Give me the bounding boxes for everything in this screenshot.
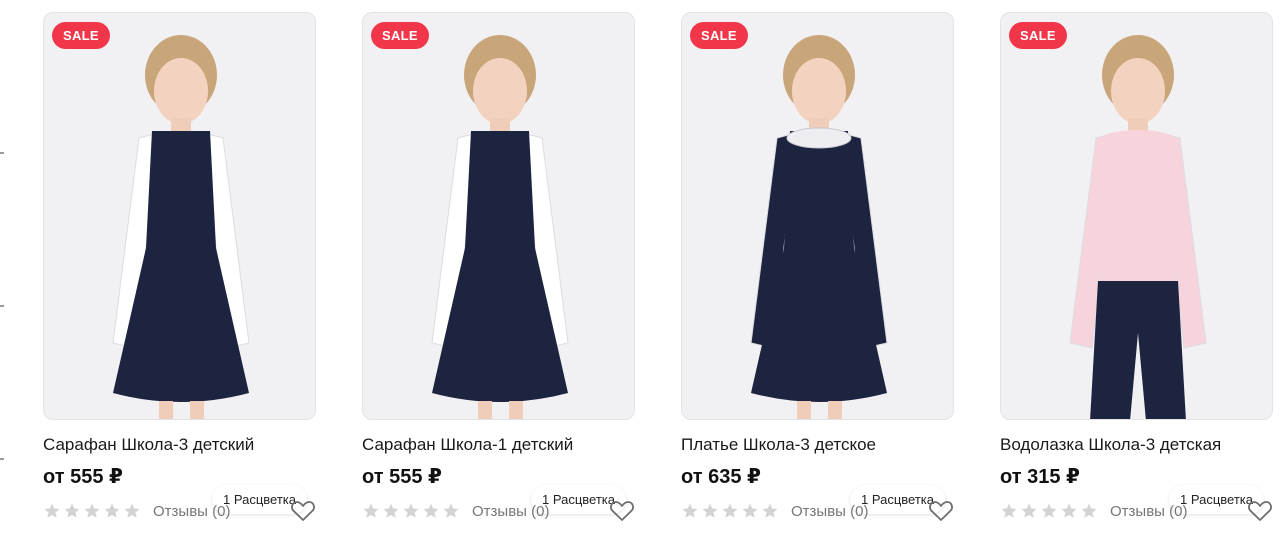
star-icon [43,502,61,520]
face-shape [473,58,527,124]
product-title[interactable]: Сарафан Школа-1 детский [362,435,635,455]
product-photo-svg [112,35,250,419]
sale-badge: SALE [1009,22,1067,49]
trousers-shape [1090,281,1186,419]
star-icon [741,502,759,520]
leg-shape [159,401,173,419]
star-icon [721,502,739,520]
edge-mark [0,305,4,307]
heart-icon[interactable] [290,499,316,523]
sale-badge: SALE [371,22,429,49]
face-shape [792,58,846,124]
leg-shape [478,401,492,419]
product-photo-svg [750,35,888,419]
star-icon [402,502,420,520]
product-title[interactable]: Водолазка Школа-3 детская [1000,435,1273,455]
product-grid: SALE 1 Расцветка Сарафан Школа-3 детский… [43,12,1273,523]
sale-badge: SALE [690,22,748,49]
leg-shape [509,401,523,419]
face-shape [1111,58,1165,124]
product-card[interactable]: SALE 1 Расцветка Водолазка Школа-3 детск… [1000,12,1273,523]
product-image[interactable] [681,12,954,420]
star-icon [761,502,779,520]
star-icon [681,502,699,520]
star-icon [103,502,121,520]
product-card[interactable]: SALE 1 Расцветка Платье Школа-3 детское … [681,12,954,523]
product-photo-svg [431,35,569,419]
product-meta: Отзывы (0) [1000,499,1273,523]
star-icon [1040,502,1058,520]
product-photo-svg [1069,35,1207,419]
product-meta: Отзывы (0) [43,499,316,523]
star-icon [1000,502,1018,520]
star-icon [701,502,719,520]
heart-icon[interactable] [609,499,635,523]
product-title[interactable]: Платье Школа-3 детское [681,435,954,455]
star-icon [362,502,380,520]
star-icon [422,502,440,520]
reviews-link[interactable]: Отзывы (0) [1110,503,1187,520]
product-card[interactable]: SALE 1 Расцветка Сарафан Школа-3 детский… [43,12,316,523]
star-icon [1060,502,1078,520]
rating-stars [681,502,779,520]
product-image[interactable] [362,12,635,420]
torso-shape [1100,130,1176,283]
heart-icon[interactable] [928,499,954,523]
rating-stars [1000,502,1098,520]
sale-badge: SALE [52,22,110,49]
product-image[interactable] [1000,12,1273,420]
heart-icon[interactable] [1247,499,1273,523]
star-icon [382,502,400,520]
reviews-link[interactable]: Отзывы (0) [791,503,868,520]
reviews-link[interactable]: Отзывы (0) [472,503,549,520]
edge-mark [0,152,4,154]
rating-stars [43,502,141,520]
leg-shape [828,401,842,419]
product-card[interactable]: SALE 1 Расцветка Сарафан Школа-1 детский… [362,12,635,523]
star-icon [1080,502,1098,520]
product-meta: Отзывы (0) [362,499,635,523]
product-title[interactable]: Сарафан Школа-3 детский [43,435,316,455]
leg-shape [190,401,204,419]
rating-stars [362,502,460,520]
leg-shape [797,401,811,419]
lace-collar-shape [786,127,852,149]
star-icon [63,502,81,520]
face-shape [154,58,208,124]
edge-mark [0,458,4,460]
star-icon [1020,502,1038,520]
product-meta: Отзывы (0) [681,499,954,523]
product-image[interactable] [43,12,316,420]
star-icon [442,502,460,520]
star-icon [83,502,101,520]
star-icon [123,502,141,520]
reviews-link[interactable]: Отзывы (0) [153,503,230,520]
